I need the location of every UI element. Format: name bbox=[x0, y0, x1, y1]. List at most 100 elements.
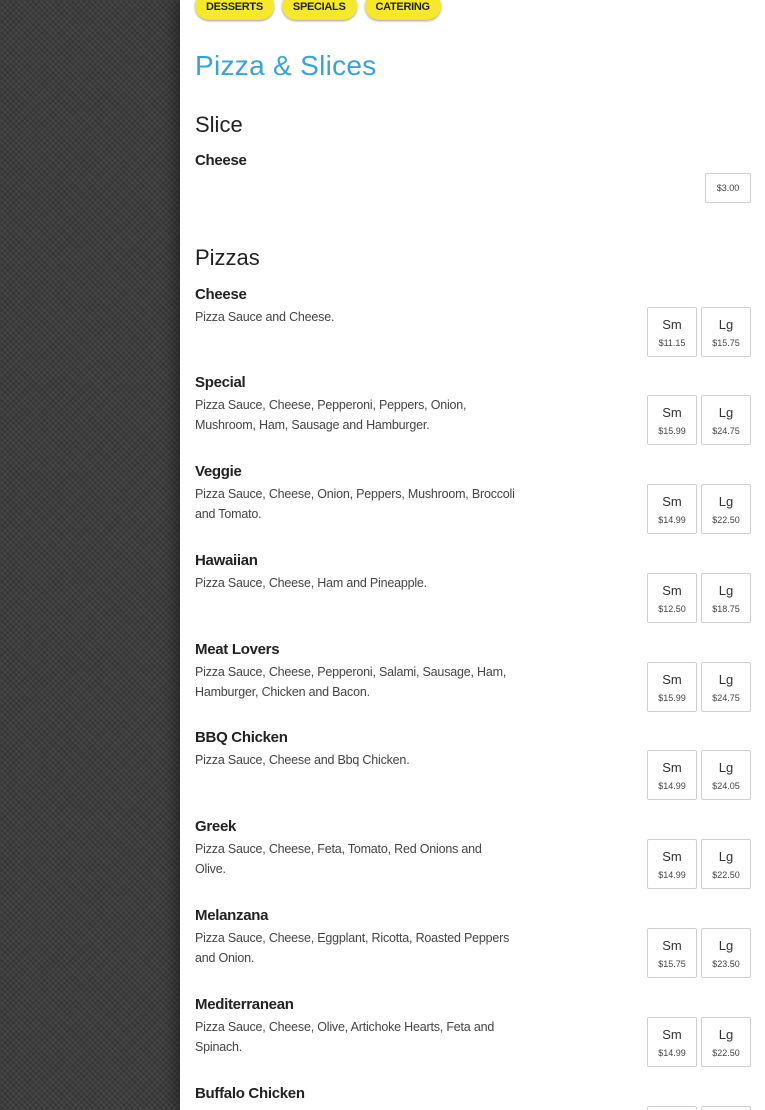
price-value: $15.75 bbox=[712, 338, 740, 348]
size-label: Sm bbox=[662, 938, 682, 953]
item-name: Veggie bbox=[195, 463, 242, 480]
size-label: Lg bbox=[718, 849, 734, 864]
size-prices: Sm $14.99 Lg $24.05 bbox=[647, 750, 751, 800]
price-value: $12.50 bbox=[658, 604, 686, 614]
price-value: $18.75 bbox=[712, 604, 740, 614]
price-value: $22.50 bbox=[712, 515, 740, 525]
price-button[interactable]: $3.00 bbox=[705, 173, 751, 203]
item-name: Cheese bbox=[195, 286, 247, 303]
item-description: Pizza Sauce, Cheese, Olive, Artichoke He… bbox=[195, 1020, 495, 1054]
item-name: Meat Lovers bbox=[195, 641, 280, 658]
size-prices: Sm $12.50 Lg $18.75 bbox=[647, 573, 751, 623]
size-label: Sm bbox=[662, 672, 682, 687]
price-value: $14.99 bbox=[658, 781, 686, 791]
small-price-button[interactable] bbox=[647, 1106, 697, 1110]
price-value: $24.75 bbox=[712, 693, 740, 703]
size-prices: Sm $14.99 Lg $22.50 bbox=[647, 1017, 751, 1067]
small-price-button[interactable]: Sm $14.99 bbox=[647, 839, 697, 889]
large-price-button[interactable]: Lg $22.50 bbox=[701, 1017, 751, 1067]
small-price-button[interactable]: Sm $14.99 bbox=[647, 750, 697, 800]
price-value: $14.99 bbox=[658, 870, 686, 880]
price-value: $14.99 bbox=[658, 1048, 686, 1058]
price-value: $14.99 bbox=[658, 515, 686, 525]
small-price-button[interactable]: Sm $15.99 bbox=[647, 395, 697, 445]
small-price-button[interactable]: Sm $15.75 bbox=[647, 928, 697, 978]
menu-item: BBQ Chicken Pizza Sauce, Cheese and Bbq C… bbox=[195, 729, 751, 800]
menu-item: Buffalo Chicken bbox=[195, 1085, 751, 1110]
size-prices: Sm $15.99 Lg $24.75 bbox=[647, 395, 751, 445]
price-value: $15.75 bbox=[658, 959, 686, 969]
large-price-button[interactable] bbox=[701, 1106, 751, 1110]
size-prices: Sm $15.99 Lg $24.75 bbox=[647, 662, 751, 712]
size-label: Lg bbox=[718, 405, 734, 420]
small-price-button[interactable]: Sm $11.15 bbox=[647, 307, 697, 357]
menu-item: Cheese Pizza Sauce and Cheese. Sm $11.15 Lg $… bbox=[195, 286, 751, 357]
menu-item: Veggie Pizza Sauce, Cheese, Onion, Pepper… bbox=[195, 463, 751, 534]
page-title: Pizza & Slices bbox=[195, 50, 377, 81]
item-name: Melanzana bbox=[195, 907, 269, 924]
size-label: Sm bbox=[662, 494, 682, 509]
size-label: Sm bbox=[662, 849, 682, 864]
menu-item: Hawaiian Pizza Sauce, Cheese, Ham and Pin… bbox=[195, 552, 751, 623]
menu-item: Melanzana Pizza Sauce, Cheese, Eggplant, … bbox=[195, 907, 751, 978]
large-price-button[interactable]: Lg $24.05 bbox=[701, 750, 751, 800]
large-price-button[interactable]: Lg $24.75 bbox=[701, 662, 751, 712]
size-prices: Sm $14.99 Lg $22.50 bbox=[647, 839, 751, 889]
large-price-button[interactable]: Lg $22.50 bbox=[701, 484, 751, 534]
small-price-button[interactable]: Sm $14.99 bbox=[647, 1017, 697, 1067]
size-prices: Sm $15.75 Lg $23.50 bbox=[647, 928, 751, 978]
section-title-pizzas: Pizzas bbox=[195, 245, 260, 270]
price-value: $22.50 bbox=[712, 1048, 740, 1058]
item-description: Pizza Sauce and Cheese. bbox=[195, 310, 335, 324]
price-value: $22.50 bbox=[712, 870, 740, 880]
price-value: $11.15 bbox=[658, 338, 686, 348]
item-description: Pizza Sauce, Cheese, Eggplant, Ricotta, … bbox=[195, 931, 510, 965]
menu-item: Meat Lovers Pizza Sauce, Cheese, Pepperon… bbox=[195, 641, 751, 712]
size-label: Lg bbox=[718, 494, 734, 509]
price-value: $24.05 bbox=[712, 781, 740, 791]
size-label: Lg bbox=[718, 760, 734, 775]
size-label: Lg bbox=[718, 672, 734, 687]
item-name: BBQ Chicken bbox=[195, 729, 288, 746]
item-name: Special bbox=[195, 374, 246, 391]
size-label: Sm bbox=[662, 405, 682, 420]
item-description: Pizza Sauce, Cheese, Onion, Peppers, Mus… bbox=[195, 487, 515, 521]
item-description: Pizza Sauce, Cheese, Pepperoni, Salami, … bbox=[195, 665, 507, 699]
item-name: Hawaiian bbox=[195, 552, 258, 569]
size-label: Sm bbox=[662, 317, 682, 332]
price-value: $24.75 bbox=[712, 426, 740, 436]
large-price-button[interactable]: Lg $18.75 bbox=[701, 573, 751, 623]
large-price-button[interactable]: Lg $24.75 bbox=[701, 395, 751, 445]
size-prices: Sm $14.99 Lg $22.50 bbox=[647, 484, 751, 534]
menu-item: Greek Pizza Sauce, Cheese, Feta, Tomato, … bbox=[195, 818, 751, 889]
item-description: Pizza Sauce, Cheese, Ham and Pineapple. bbox=[195, 576, 427, 590]
size-prices bbox=[647, 1106, 751, 1110]
small-price-button[interactable]: Sm $14.99 bbox=[647, 484, 697, 534]
item-name: Mediterranean bbox=[195, 996, 294, 1013]
large-price-button[interactable]: Lg $23.50 bbox=[701, 928, 751, 978]
item-description: Pizza Sauce, Cheese, Pepperoni, Peppers,… bbox=[195, 398, 467, 432]
nav-specials-button[interactable]: SPECIALS bbox=[281, 0, 357, 20]
section-title-slice: Slice bbox=[195, 112, 243, 137]
menu-item: Cheese $3.00 bbox=[195, 152, 751, 203]
item-name: Cheese bbox=[195, 152, 247, 169]
size-label: Sm bbox=[662, 583, 682, 598]
item-description: Pizza Sauce, Cheese and Bbq Chicken. bbox=[195, 753, 410, 767]
size-label: Sm bbox=[662, 1027, 682, 1042]
item-description: Pizza Sauce, Cheese, Feta, Tomato, Red O… bbox=[195, 842, 482, 876]
item-name: Buffalo Chicken bbox=[195, 1085, 305, 1102]
size-label: Lg bbox=[718, 317, 734, 332]
small-price-button[interactable]: Sm $15.99 bbox=[647, 662, 697, 712]
price-value: $23.50 bbox=[712, 959, 740, 969]
large-price-button[interactable]: Lg $22.50 bbox=[701, 839, 751, 889]
nav-desserts-button[interactable]: DESSERTS bbox=[195, 0, 274, 20]
price-value: $15.99 bbox=[658, 426, 686, 436]
size-label: Lg bbox=[718, 938, 734, 953]
size-label: Sm bbox=[662, 760, 682, 775]
size-prices: Sm $11.15 Lg $15.75 bbox=[647, 307, 751, 357]
price-value: $15.99 bbox=[658, 693, 686, 703]
nav-catering-button[interactable]: CATERING bbox=[364, 0, 441, 20]
small-price-button[interactable]: Sm $12.50 bbox=[647, 573, 697, 623]
large-price-button[interactable]: Lg $15.75 bbox=[701, 307, 751, 357]
size-label: Lg bbox=[718, 1027, 734, 1042]
